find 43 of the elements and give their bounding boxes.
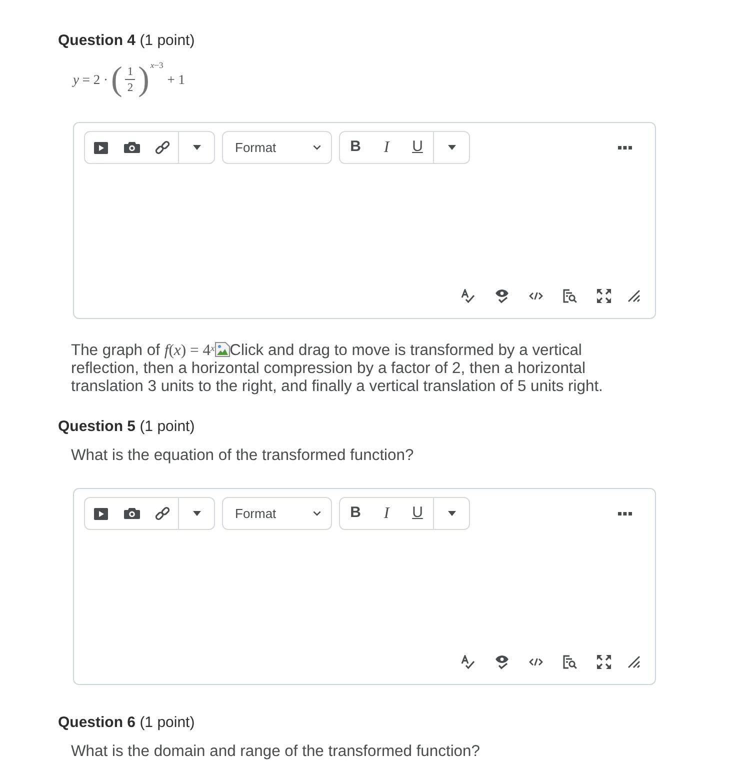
broken-image-icon (214, 342, 230, 357)
format-dropdown[interactable]: Format (222, 497, 332, 530)
question-heading: Question 5 (1 point) (58, 418, 195, 436)
play-icon (94, 508, 108, 520)
fullscreen-icon (597, 655, 611, 669)
caret-icon (448, 145, 456, 150)
format-dropdown[interactable]: Format (222, 131, 332, 164)
chevron-down-icon (313, 511, 321, 516)
answer-editor[interactable]: Format B I U (73, 488, 656, 685)
chevron-down-icon (313, 145, 321, 150)
spellcheck-icon (461, 655, 475, 669)
code-icon (529, 658, 543, 666)
eye-check-icon (495, 654, 509, 670)
spellcheck-icon (461, 289, 475, 303)
question-prompt: What is the equation of the transformed function? (71, 447, 415, 465)
resize-grip-icon[interactable] (628, 656, 640, 668)
question-heading: Question 4 (1 point) (58, 32, 195, 50)
fullscreen-icon (597, 289, 611, 303)
document-search-icon (563, 655, 577, 669)
camera-icon (124, 508, 140, 519)
underline-button[interactable]: U (402, 498, 433, 529)
link-icon (155, 140, 170, 155)
resize-grip-icon[interactable] (628, 290, 640, 302)
more-icon (618, 146, 632, 150)
more-icon (618, 512, 632, 516)
code-icon (529, 292, 543, 300)
play-icon (94, 142, 108, 154)
caret-icon (192, 145, 200, 150)
answer-editor[interactable]: Format B I U (73, 122, 656, 319)
bold-button[interactable]: B (340, 498, 371, 529)
italic-button[interactable]: I (371, 498, 402, 529)
caret-icon (448, 511, 456, 516)
camera-icon (124, 142, 140, 153)
italic-button[interactable]: I (371, 132, 402, 163)
document-search-icon (563, 289, 577, 303)
eye-check-icon (495, 288, 509, 304)
link-icon (155, 506, 170, 521)
question-heading: Question 6 (1 point) (58, 714, 195, 732)
question-prompt: What is the domain and range of the transformed function? (71, 743, 481, 761)
question-text: The graph of f(x) = 4$^{x}$ Click and drag to move is transformed by a vertical reflection, then a horizontal compression by a factor of 2, then a horizontal translation 3 units to the right, and finally a vertical translation of 5 units right. (71, 342, 604, 396)
bold-button[interactable]: B (340, 132, 371, 163)
underline-button[interactable]: U (402, 132, 433, 163)
caret-icon (192, 511, 200, 516)
